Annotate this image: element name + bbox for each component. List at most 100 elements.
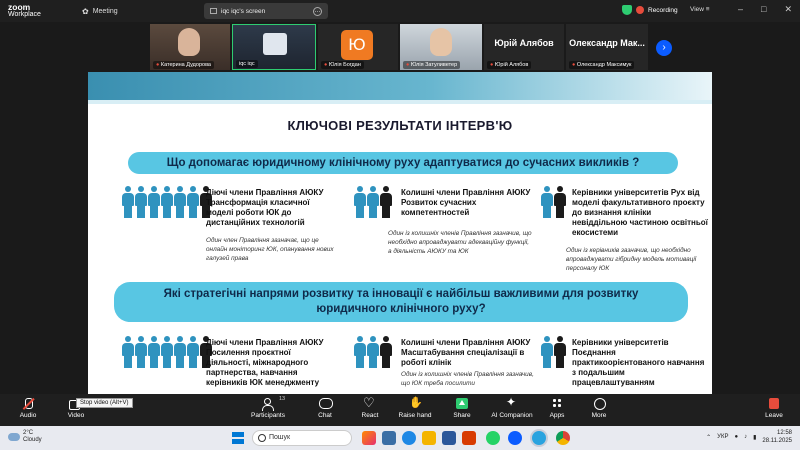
people-icon-group <box>541 186 566 218</box>
task-view-icon[interactable] <box>382 431 396 445</box>
participant-big-name: Юрій Алябов <box>494 38 554 48</box>
participants-icon: 13 <box>261 396 285 411</box>
person-icon <box>554 336 566 368</box>
group-title: Діючі члени Правління АЮКУ Посилення про… <box>206 338 324 387</box>
participant-name-text: iqc iqc <box>239 61 255 67</box>
wifi-icon[interactable]: ● <box>734 434 738 440</box>
meeting-title: ✿ Meeting <box>82 7 118 16</box>
sparkle-icon <box>505 395 519 410</box>
participant-video <box>263 33 287 55</box>
apps-grid-icon <box>550 398 564 410</box>
clock[interactable]: 12:58 28.11.2025 <box>762 429 792 445</box>
office-icon[interactable] <box>462 431 476 445</box>
mic-muted-icon: ● <box>324 62 328 68</box>
language-indicator[interactable]: УКР <box>717 434 728 440</box>
video-strip: ● Катерина Дудорова iqc iqc Ю ● Юлія Бог… <box>0 22 800 72</box>
record-dot-icon <box>636 6 644 14</box>
store-icon[interactable] <box>442 431 456 445</box>
slide-header-band <box>88 72 712 104</box>
cloud-icon <box>8 433 20 441</box>
ai-companion-button[interactable]: AI Companion <box>490 395 534 419</box>
chat-label: Chat <box>318 412 332 419</box>
person-icon <box>135 336 147 368</box>
minimize-icon[interactable]: – <box>738 4 743 15</box>
person-icon <box>148 336 160 368</box>
audio-button[interactable]: Audio <box>16 398 40 419</box>
mic-muted-icon: ● <box>490 62 494 68</box>
telegram-icon[interactable] <box>532 431 546 445</box>
person-icon <box>354 336 366 368</box>
windows-start-icon[interactable] <box>232 432 244 444</box>
chevron-right-icon: › <box>662 42 666 53</box>
question-banner-1: Що допомагає юридичному клінічному руху … <box>128 152 678 174</box>
shared-slide: КЛЮЧОВІ РЕЗУЛЬТАТИ ІНТЕРВ'Ю Що допомагає… <box>88 72 712 394</box>
more-options-icon[interactable]: … <box>313 6 322 16</box>
people-icon-group <box>354 186 392 218</box>
question-2-line-1: Які стратегічні напрями розвитку та інно… <box>163 288 639 300</box>
battery-icon[interactable]: ▮ <box>753 434 756 441</box>
question-2-line-2: юридичного клінічного руху? <box>316 303 486 315</box>
taskbar-search[interactable]: Пошук <box>252 430 352 446</box>
hand-icon <box>408 396 423 410</box>
chat-button[interactable]: Chat <box>314 398 336 419</box>
zoom-logo: zoom Workplace <box>0 3 60 19</box>
next-page-button[interactable]: › <box>656 40 672 56</box>
brand-top: zoom <box>8 2 31 12</box>
person-icon <box>148 186 160 218</box>
participant-tile[interactable]: ● Юлія Затуливетер <box>400 24 482 70</box>
leave-button[interactable]: Leave <box>762 398 786 419</box>
participants-count: 13 <box>279 396 286 402</box>
window-controls: – □ ✕ <box>738 4 792 15</box>
more-button[interactable]: More <box>588 398 610 419</box>
edge-icon[interactable] <box>402 431 416 445</box>
group-title: Керівники університетів Поєднання практи… <box>572 338 705 387</box>
volume-icon[interactable]: ♪ <box>744 434 747 440</box>
screen-share-tab[interactable]: iqc iqc's screen … <box>204 3 328 19</box>
chrome-icon[interactable] <box>556 431 570 445</box>
participant-name: ● Юлія Богдан <box>321 61 364 69</box>
maximize-icon[interactable]: □ <box>761 4 766 15</box>
shield-icon <box>622 5 632 15</box>
os-taskbar: 2°C Cloudy Пошук ⌃ УКР ● ♪ ▮ 12:58 28.11… <box>0 426 800 450</box>
person-icon <box>161 336 173 368</box>
apps-label: Apps <box>549 412 565 419</box>
weather-widget[interactable]: 2°C Cloudy <box>8 430 42 444</box>
participant-name: ● Юлія Затуливетер <box>403 61 461 69</box>
person-icon <box>187 336 199 368</box>
apps-button[interactable]: Apps <box>546 398 568 419</box>
react-button[interactable]: React <box>358 395 382 419</box>
group-title: Керівники університетів Рух від моделі ф… <box>572 188 708 237</box>
close-icon[interactable]: ✕ <box>784 4 792 15</box>
participant-tile-active[interactable]: iqc iqc <box>232 24 316 70</box>
people-icon-group <box>541 336 566 368</box>
recording-indicator[interactable]: Recording <box>622 5 678 15</box>
participant-tile[interactable]: Олександр Мак... ● Олександр Максимук <box>566 24 648 70</box>
participant-name: ● Катерина Дудорова <box>153 61 214 69</box>
participants-label: Participants <box>251 412 285 419</box>
person-icon <box>554 186 566 218</box>
copilot-icon[interactable] <box>362 431 376 445</box>
participant-tile[interactable]: Юрій Алябов ● Юрій Алябов <box>484 24 564 70</box>
whatsapp-icon[interactable] <box>486 431 500 445</box>
zoom-app-icon[interactable] <box>508 431 522 445</box>
participant-big-name: Олександр Мак... <box>569 38 645 48</box>
participant-tile[interactable]: ● Катерина Дудорова <box>150 24 230 70</box>
mic-muted-icon: ● <box>406 62 410 68</box>
clock-time: 12:58 <box>776 430 792 436</box>
screen-icon <box>210 8 217 14</box>
participant-video <box>430 28 452 56</box>
share-button[interactable]: Share <box>450 398 474 419</box>
raise-hand-button[interactable]: Raise hand <box>396 396 434 419</box>
person-icon <box>367 336 379 368</box>
view-button[interactable]: View ≡ <box>690 6 710 13</box>
participants-button[interactable]: 13 Participants <box>248 396 288 419</box>
ai-companion-label: AI Companion <box>491 412 533 419</box>
recording-label: Recording <box>648 6 678 14</box>
zoom-window: zoom Workplace ✿ Meeting iqc iqc's scree… <box>0 0 800 450</box>
person-icon <box>541 336 553 368</box>
participant-tile[interactable]: Ю ● Юлія Богдан <box>318 24 398 70</box>
file-explorer-icon[interactable] <box>422 431 436 445</box>
group-title: Колишні члени Правління АЮКУ Масштабуван… <box>401 338 531 367</box>
participant-name: ● Олександр Максимук <box>569 61 635 69</box>
chevron-up-icon[interactable]: ⌃ <box>706 434 711 441</box>
